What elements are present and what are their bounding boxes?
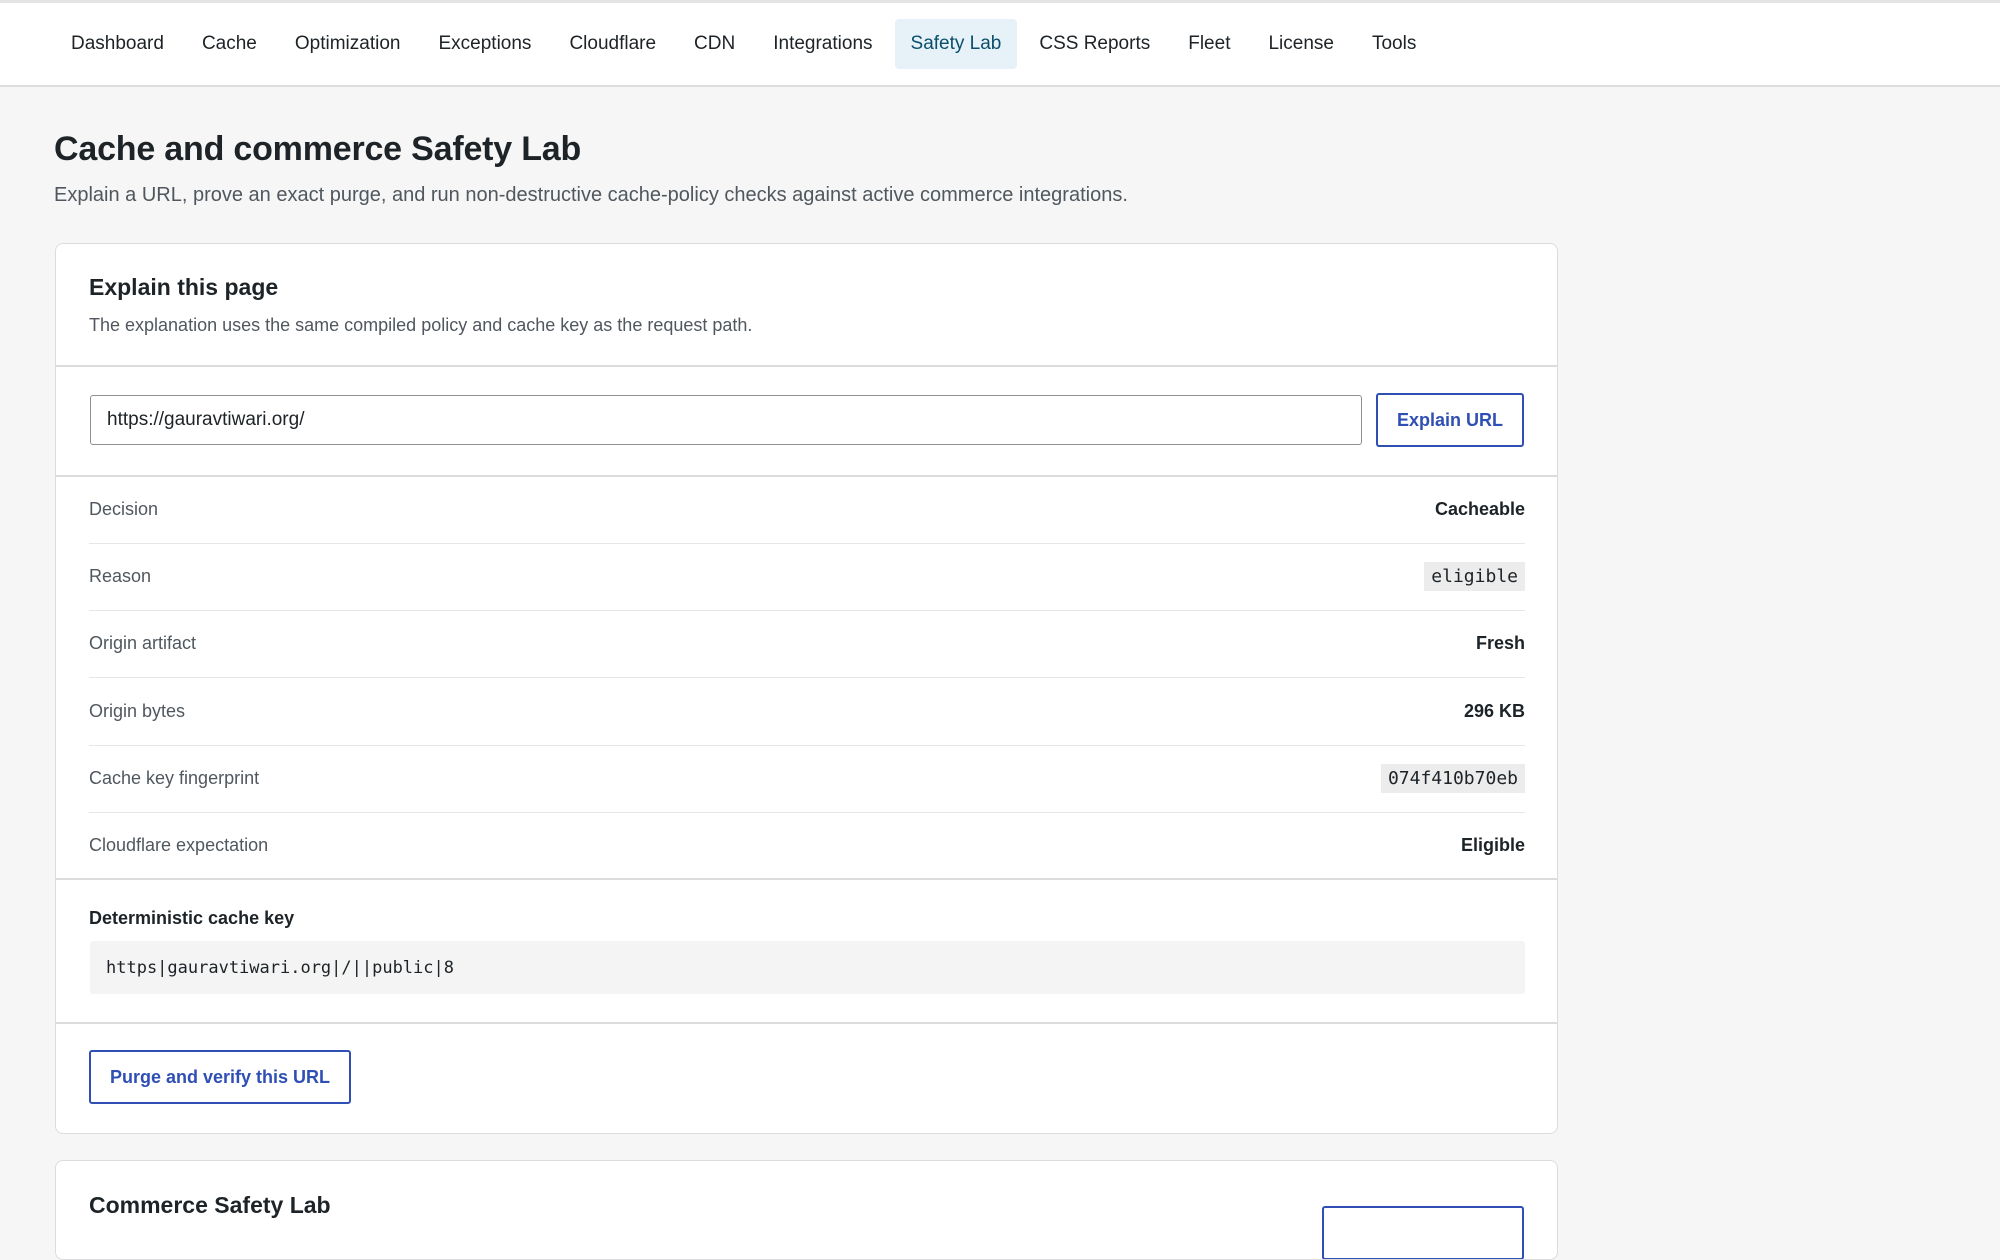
tab-exceptions[interactable]: Exceptions <box>422 19 547 69</box>
cloudflare-expectation-value: Eligible <box>1460 835 1525 855</box>
row-label: Cloudflare expectation <box>89 835 269 855</box>
tab-cdn[interactable]: CDN <box>678 19 751 69</box>
top-nav: Dashboard Cache Optimization Exceptions … <box>0 3 2000 87</box>
cloudflare-expectation-row: Cloudflare expectation Eligible <box>89 812 1525 879</box>
page-description: Explain a URL, prove an exact purge, and… <box>54 184 1128 206</box>
explain-card-title: Explain this page <box>89 274 279 300</box>
row-label: Cache key fingerprint <box>89 768 260 788</box>
divider <box>56 878 1557 880</box>
origin-bytes-row: Origin bytes 296 KB <box>89 678 1525 745</box>
cache-key-box: https|gauravtiwari.org|/||public|8 <box>90 941 1525 994</box>
url-input[interactable] <box>90 395 1362 445</box>
explain-card-subtitle: The explanation uses the same compiled p… <box>89 315 753 335</box>
cache-key-fingerprint-value: 074f410b70eb <box>1380 764 1525 793</box>
decision-value: Cacheable <box>1434 499 1525 519</box>
explain-page-card: Explain this page The explanation uses t… <box>55 243 1558 1134</box>
divider <box>56 1022 1557 1024</box>
purge-verify-button[interactable]: Purge and verify this URL <box>89 1050 351 1104</box>
row-label: Origin bytes <box>89 701 186 721</box>
tab-dashboard[interactable]: Dashboard <box>55 19 180 69</box>
cache-key-fingerprint-row: Cache key fingerprint 074f410b70eb <box>89 745 1525 812</box>
tab-css-reports[interactable]: CSS Reports <box>1023 19 1166 69</box>
page-title: Cache and commerce Safety Lab <box>54 130 582 168</box>
tab-license[interactable]: License <box>1252 19 1350 69</box>
origin-bytes-value: 296 KB <box>1463 701 1525 721</box>
tab-cloudflare[interactable]: Cloudflare <box>553 19 672 69</box>
row-label: Reason <box>89 566 152 586</box>
commerce-action-button[interactable] <box>1322 1206 1524 1259</box>
row-label: Decision <box>89 499 159 519</box>
tab-tools[interactable]: Tools <box>1356 19 1432 69</box>
tab-cache[interactable]: Cache <box>186 19 273 69</box>
tab-integrations[interactable]: Integrations <box>757 19 888 69</box>
reason-row: Reason eligible <box>89 543 1525 610</box>
explain-card-header: Explain this page The explanation uses t… <box>89 274 752 336</box>
origin-artifact-value: Fresh <box>1475 633 1525 653</box>
reason-value: eligible <box>1424 562 1525 591</box>
commerce-safety-card: Commerce Safety Lab <box>55 1160 1558 1260</box>
tab-fleet[interactable]: Fleet <box>1172 19 1246 69</box>
tab-safety-lab[interactable]: Safety Lab <box>894 19 1018 69</box>
decision-row: Decision Cacheable <box>89 476 1525 543</box>
cache-key-title: Deterministic cache key <box>89 908 295 928</box>
divider <box>56 365 1557 367</box>
origin-artifact-row: Origin artifact Fresh <box>89 610 1525 677</box>
explain-url-button[interactable]: Explain URL <box>1376 393 1524 447</box>
cache-key-value: https|gauravtiwari.org|/||public|8 <box>106 957 454 978</box>
tab-optimization[interactable]: Optimization <box>279 19 417 69</box>
commerce-card-title: Commerce Safety Lab <box>89 1192 331 1218</box>
row-label: Origin artifact <box>89 633 197 653</box>
